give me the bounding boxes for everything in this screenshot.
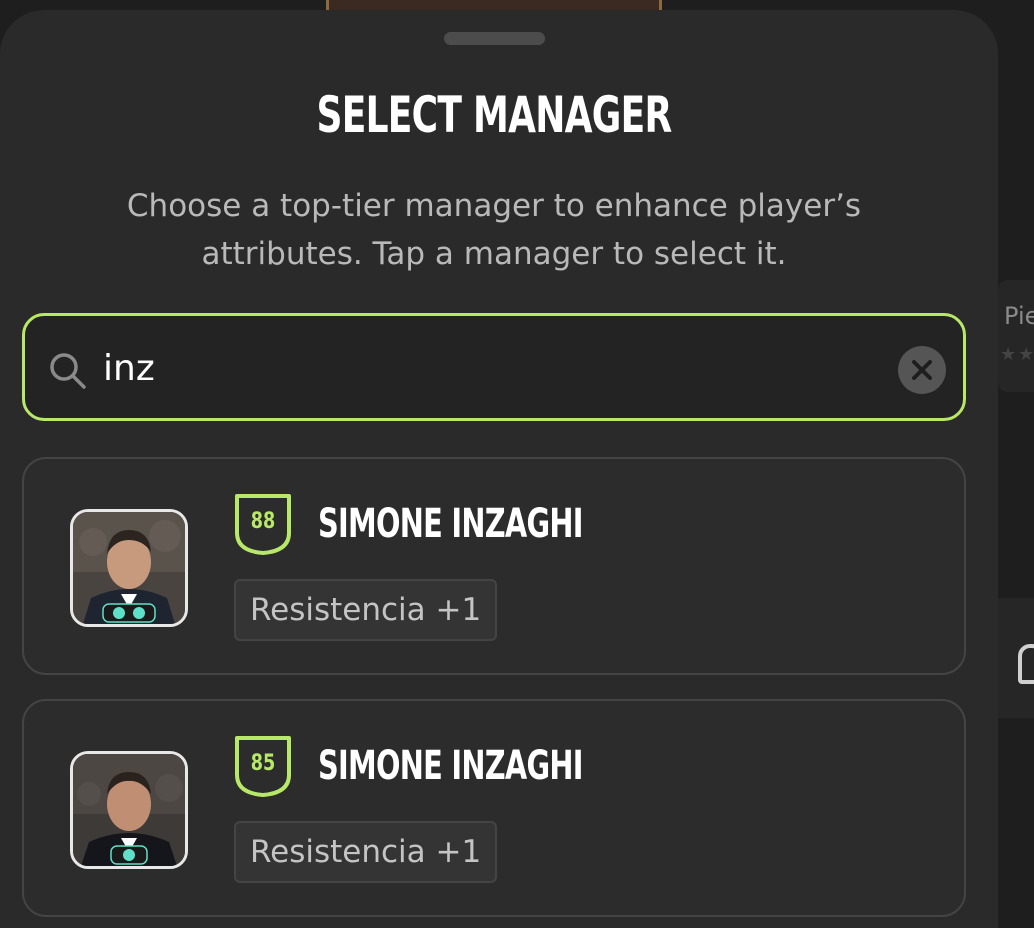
search-input[interactable] bbox=[103, 342, 883, 394]
manager-avatar bbox=[70, 509, 188, 627]
background-stars: ★★ bbox=[1000, 344, 1034, 365]
background-person-icon bbox=[1018, 644, 1034, 684]
background-card-label: Pie bbox=[1004, 302, 1034, 330]
background-banner-image bbox=[326, 0, 662, 10]
sheet-drag-handle[interactable] bbox=[444, 32, 545, 45]
screen: Pie ★★ SELECT MANAGER Choose a top-tier … bbox=[0, 0, 1034, 928]
clear-search-button[interactable] bbox=[898, 346, 946, 394]
rating-value: 88 bbox=[250, 509, 276, 534]
manager-name: SIMONE INZAGHI bbox=[318, 743, 583, 789]
rating-value: 85 bbox=[250, 751, 276, 776]
manager-avatar bbox=[70, 751, 188, 869]
sheet-title: SELECT MANAGER bbox=[316, 86, 672, 144]
attribute-tag: Resistencia +1 bbox=[234, 821, 498, 883]
background-player-card bbox=[998, 280, 1034, 392]
attribute-tag: Resistencia +1 bbox=[234, 579, 498, 641]
manager-name: SIMONE INZAGHI bbox=[318, 501, 583, 547]
manager-card[interactable]: 85 SIMONE INZAGHI Resistencia +1 bbox=[22, 699, 966, 917]
close-icon bbox=[912, 360, 932, 380]
sheet-subtitle: Choose a top-tier manager to enhance pla… bbox=[126, 188, 862, 272]
search-box[interactable] bbox=[22, 313, 966, 421]
manager-card[interactable]: 88 SIMONE INZAGHI Resistencia +1 bbox=[22, 457, 966, 675]
search-icon bbox=[50, 353, 86, 389]
